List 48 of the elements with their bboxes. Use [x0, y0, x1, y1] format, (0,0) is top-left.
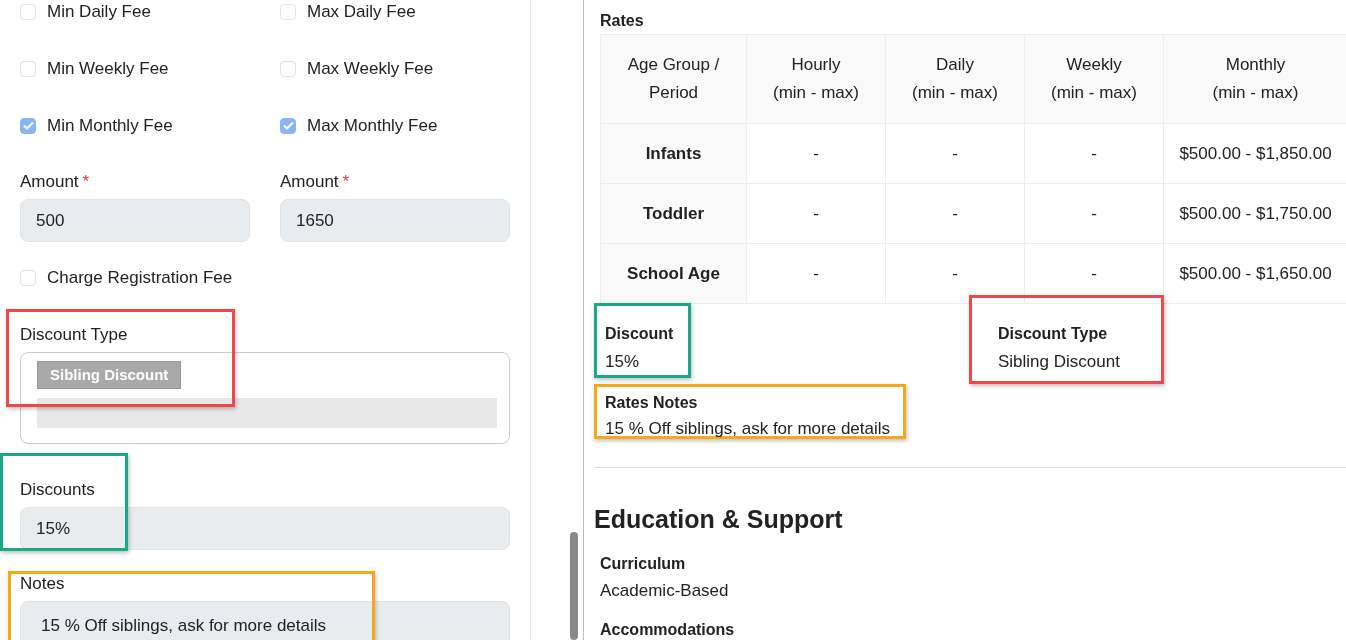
checkbox-label[interactable]: Max Weekly Fee [307, 57, 434, 80]
section-title: Education & Support [594, 504, 844, 534]
info-value: Sibling Discount [998, 351, 1121, 373]
checkbox-label[interactable]: Min Daily Fee [47, 0, 151, 23]
discount-input-field[interactable]: 15% [20, 507, 510, 550]
checkbox-label[interactable]: Max Monthly Fee [307, 114, 438, 137]
info-label: Accommodations [600, 620, 736, 640]
checkbox-label[interactable]: Max Daily Fee [307, 0, 416, 23]
info-label: Discount Type [998, 324, 1109, 344]
table-cell: - [885, 123, 1025, 184]
column-header: Daily (min - max) [885, 34, 1025, 124]
column-header: Monthly (min - max) [1163, 34, 1346, 124]
info-value: 15% [605, 351, 641, 373]
notes-input-field[interactable]: 15 % Off siblings, ask for more details [20, 601, 510, 640]
info-value: Academic-Based [600, 580, 730, 602]
table-cell: - [1024, 183, 1164, 244]
column-header: Weekly (min - max) [1024, 34, 1164, 124]
info-value: 15 % Off siblings, ask for more details [605, 418, 892, 440]
table-cell: - [746, 123, 886, 184]
checkbox-label[interactable]: Charge Registration Fee [47, 266, 233, 289]
checkbox-label[interactable]: Min Weekly Fee [47, 57, 169, 80]
field-label: Amount * [20, 171, 91, 193]
info-label: Curriculum [600, 554, 687, 574]
tag-input-field[interactable] [37, 398, 497, 428]
table-cell: - [1024, 123, 1164, 184]
field-label: Discount Type [20, 324, 129, 346]
row-header: Toddler [600, 183, 747, 244]
field-label: Discounts [20, 479, 96, 501]
table-cell: - [885, 183, 1025, 244]
checkbox[interactable] [20, 117, 36, 134]
row-header: Infants [600, 123, 747, 184]
section-heading: Rates [600, 11, 645, 31]
amount-input-field[interactable]: 1650 [280, 199, 510, 242]
table-cell: - [746, 243, 886, 304]
field-label: Notes [20, 573, 66, 595]
column-header: Hourly (min - max) [746, 34, 886, 124]
table-cell: - [746, 183, 886, 244]
field-label: Amount * [280, 171, 351, 193]
info-label: Discount [605, 324, 675, 344]
table-cell: - [1024, 243, 1164, 304]
table-cell: - [885, 243, 1025, 304]
row-header: School Age [600, 243, 747, 304]
amount-input-field[interactable]: 500 [20, 199, 250, 242]
checkbox[interactable] [280, 117, 296, 134]
info-label: Rates Notes [605, 393, 699, 413]
checkbox-label[interactable]: Min Monthly Fee [47, 114, 173, 137]
column-header: Age Group / Period [600, 34, 747, 124]
scrollbar-thumb[interactable] [570, 532, 578, 640]
